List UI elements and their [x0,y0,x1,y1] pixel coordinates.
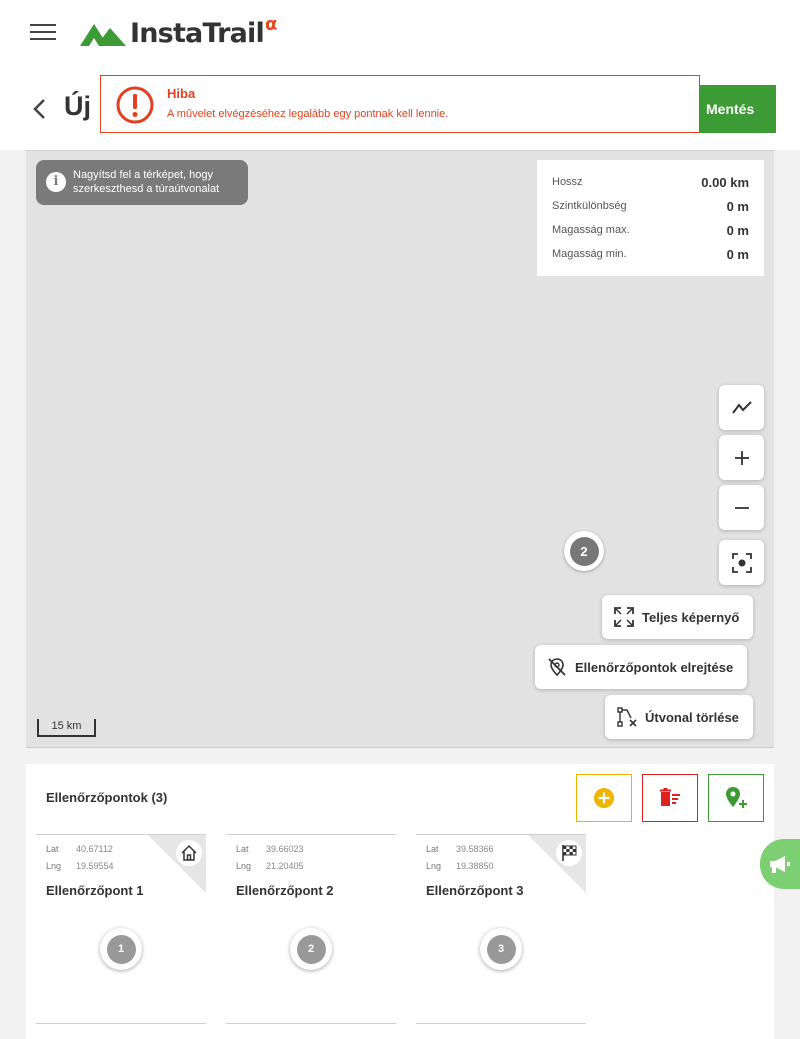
info-icon: i [46,172,66,192]
lng-label: Lng [426,861,442,871]
route-stats: Hossz 0.00 km Szintkülönbség 0 m Magassá… [537,160,764,276]
page-title: Új [64,91,91,121]
route-delete-icon [617,707,637,727]
stat-value: 0 m [726,198,749,214]
stat-value: 0 m [726,246,749,262]
latitude-row: Lat 39.58366 [426,844,494,854]
minus-icon [734,506,749,509]
latitude-value: 39.66023 [266,844,304,854]
lng-label: Lng [236,861,252,871]
error-icon [116,86,154,124]
fullscreen-icon [614,607,634,627]
focus-location-icon [731,552,752,573]
delete-list-icon [660,788,680,806]
checkpoint-name: Ellenőrzőpont 3 [426,883,524,898]
stat-row-elevation-diff: Szintkülönbség 0 m [552,194,749,218]
stat-row-elevation-min: Magasság min. 0 m [552,242,749,266]
latitude-value: 40.67112 [76,844,113,854]
locate-button[interactable] [719,540,764,585]
fullscreen-button[interactable]: Teljes képernyő [602,595,754,639]
map-cluster-marker[interactable]: 2 [564,531,604,571]
alert-message: A művelet elvégzéséhez legalább egy pont… [167,108,449,120]
longitude-row: Lng 21.20405 [236,861,304,871]
latitude-value: 39.58366 [456,844,494,854]
longitude-value: 19.38850 [456,861,494,871]
stat-label: Szintkülönbség [552,200,627,212]
clear-route-label: Útvonal törlése [645,709,739,725]
elevation-chart-icon [731,400,752,414]
logo-text: InstaTrail [130,17,265,49]
add-location-button[interactable] [708,774,764,822]
stat-value: 0.00 km [701,174,749,190]
checkpoints-title: Ellenőrzőpontok (3) [46,790,168,805]
checkpoint-card[interactable]: Lat 40.67112 Lng 19.59554 Ellenőrzőpont 1 … [36,834,206,1024]
map-scale: 15 km [37,719,96,737]
latitude-row: Lat 39.66023 [236,844,304,854]
checkpoints-panel: Ellenőrzőpontok (3) Lat 40.67112 Lng 19.… [26,764,774,1039]
hide-checkpoints-label: Ellenőrzőpontok elrejtése [575,659,734,675]
checkpoint-card[interactable]: Lat 39.66023 Lng 21.20405 Ellenőrzőpont 2 … [226,834,396,1024]
lat-label: Lat [236,844,249,854]
logo-badge: α [264,13,278,35]
logo[interactable]: InstaTrail α [80,13,278,50]
error-alert: Hiba A művelet elvégzéséhez legalább egy… [100,75,700,133]
lng-label: Lng [46,861,62,871]
latitude-row: Lat 40.67112 [46,844,113,854]
checkpoint-number: 3 [486,934,516,964]
checkpoint-number: 1 [106,934,136,964]
location-off-icon [548,658,566,677]
stat-value: 0 m [726,222,749,238]
add-checkpoint-button[interactable] [576,774,632,822]
elevation-profile-button[interactable] [719,385,764,430]
checkpoint-name: Ellenőrzőpont 1 [46,883,144,898]
megaphone-icon [770,856,790,873]
home-icon [176,840,202,866]
alert-title: Hiba [167,86,196,101]
stat-label: Magasság min. [552,248,627,260]
top-bar: InstaTrail α [0,0,800,65]
lat-label: Lat [426,844,439,854]
fullscreen-label: Teljes képernyő [642,609,740,625]
checkpoint-name: Ellenőrzőpont 2 [236,883,334,898]
longitude-row: Lng 19.59554 [46,861,114,871]
lat-label: Lat [46,844,59,854]
mountain-logo-icon [80,24,126,46]
longitude-row: Lng 19.38850 [426,861,494,871]
plus-icon [734,450,749,465]
zoom-in-button[interactable] [719,435,764,480]
finish-flag-icon [556,840,582,866]
stat-label: Magasság max. [552,224,630,236]
menu-icon[interactable] [30,24,56,44]
feedback-button[interactable] [760,839,800,889]
clear-route-button[interactable]: Útvonal törlése [605,695,753,739]
back-button[interactable] [28,95,50,123]
zoom-hint-text: Nagyítsd fel a térképet, hogy szerkeszth… [73,169,220,195]
longitude-value: 19.59554 [76,861,114,871]
checkpoint-number: 2 [296,934,326,964]
map-view[interactable]: i Nagyítsd fel a térképet, hogy szerkesz… [26,150,774,748]
checkpoint-marker: 3 [480,928,522,970]
delete-checkpoints-button[interactable] [642,774,698,822]
stat-label: Hossz [552,176,583,188]
add-location-icon [726,787,747,808]
hide-checkpoints-button[interactable]: Ellenőrzőpontok elrejtése [535,645,748,689]
plus-circle-icon [594,788,614,808]
checkpoint-marker: 2 [290,928,332,970]
zoom-hint: i Nagyítsd fel a térképet, hogy szerkesz… [36,160,248,205]
cluster-count: 2 [569,536,599,566]
chevron-left-icon [33,99,45,119]
stat-row-elevation-max: Magasság max. 0 m [552,218,749,242]
checkpoint-card[interactable]: Lat 39.58366 Lng 19.38850 Ellenőrzőpont 3 … [416,834,586,1024]
checkpoint-marker: 1 [100,928,142,970]
stat-row-length: Hossz 0.00 km [552,170,749,194]
longitude-value: 21.20405 [266,861,304,871]
zoom-out-button[interactable] [719,485,764,530]
